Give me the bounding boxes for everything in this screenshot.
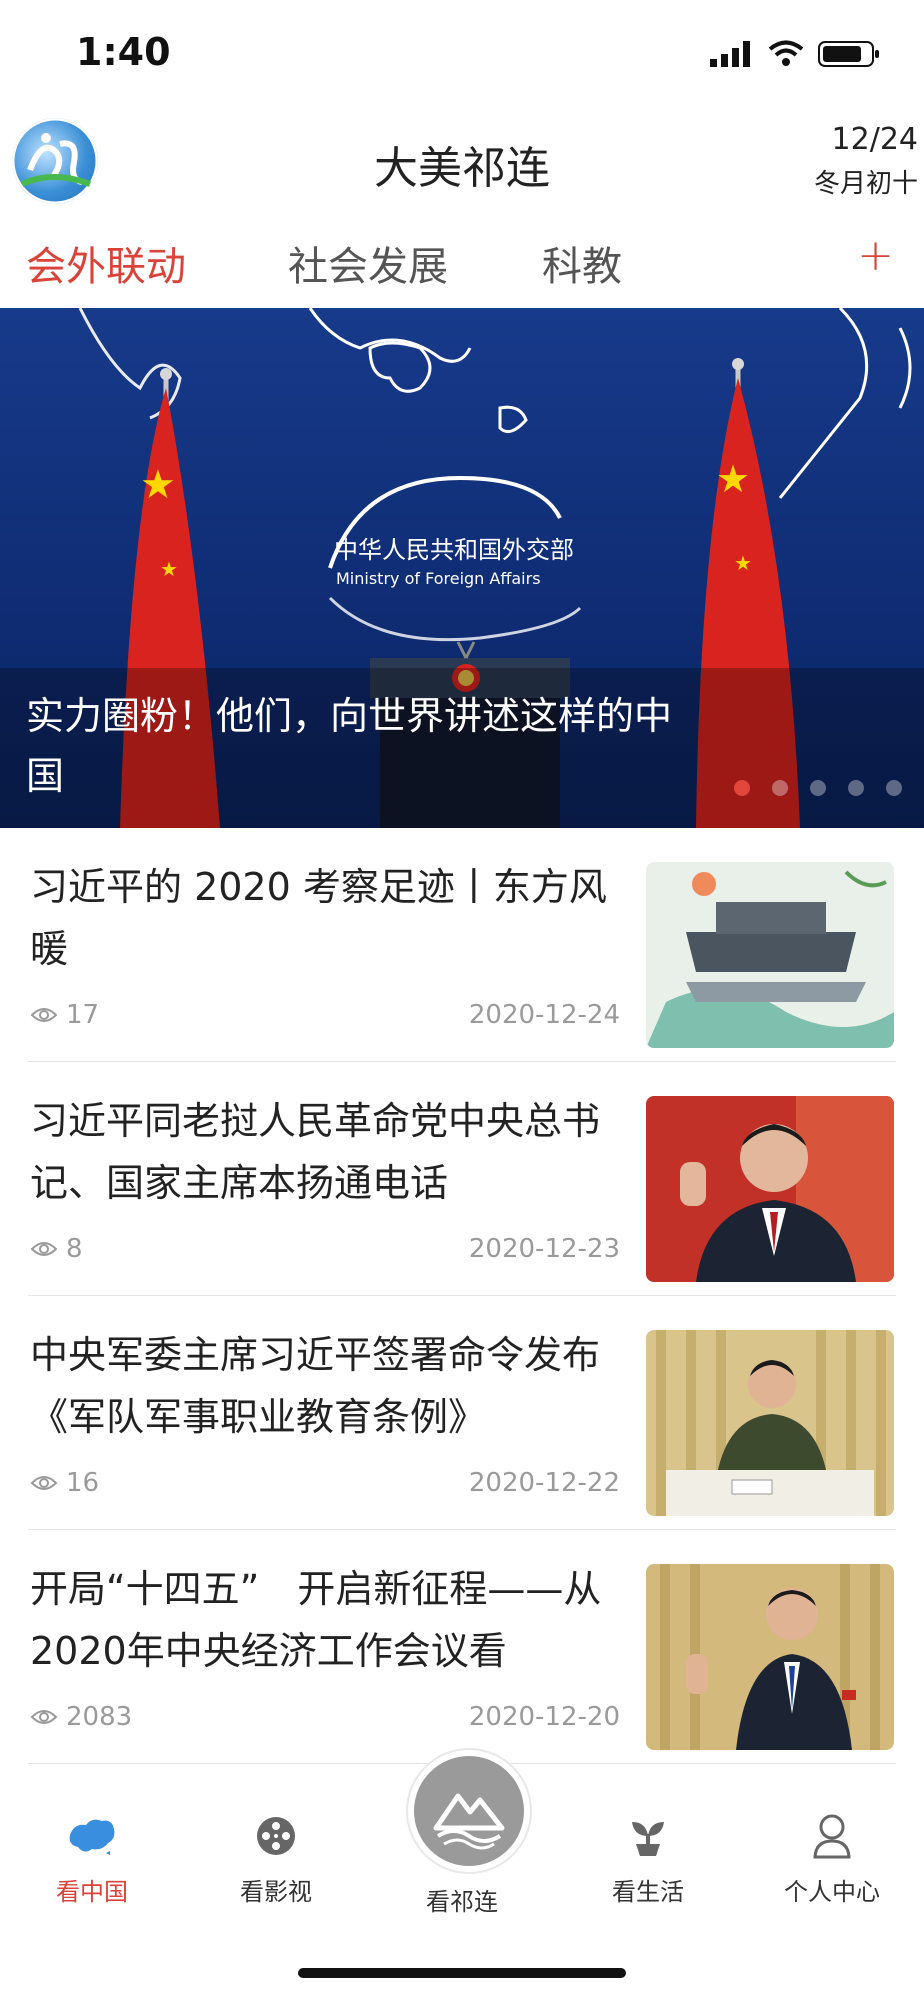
view-count-value: 8 [66,1234,83,1264]
news-title: 中央军委主席习近平签署命令发布《军队军事职业教育条例》 [30,1333,601,1439]
svg-text:★: ★ [716,457,750,501]
view-count: 8 [30,1234,83,1264]
pagination-dot[interactable] [734,780,750,796]
status-time: 1:40 [76,30,171,74]
status-bar: 1:40 [0,0,924,112]
nav-label: 看生活 [612,1878,684,1906]
film-reel-icon [257,1817,295,1855]
pagination-dot[interactable] [810,780,826,796]
news-thumbnail[interactable] [646,862,894,1048]
nav-label: 个人中心 [784,1878,880,1906]
nav-item-kanyingshi[interactable]: 看影视 [206,1810,346,1907]
featured-banner[interactable]: ★ ★ ★ ★ 中华人民共和国外交部 Ministry of Foreign A… [0,308,924,828]
home-indicator[interactable] [298,1968,626,1978]
tab-kejiao[interactable]: 科教 [542,234,622,292]
eye-icon [30,1008,58,1022]
nav-item-kanqilian[interactable] [408,1750,530,1872]
wifi-icon [768,40,804,66]
sprout-icon [632,1822,664,1856]
news-title: 习近平的 2020 考察足迹丨东方风暖 [30,865,607,971]
emblem-text-cn: 中华人民共和国外交部 [334,536,574,564]
user-icon [813,1814,851,1859]
nav-label: 看中国 [56,1878,128,1906]
svg-text:★: ★ [734,551,752,575]
view-count-value: 2083 [66,1702,133,1732]
view-count: 2083 [30,1702,132,1732]
emblem-text-en: Ministry of Foreign Affairs [336,569,541,588]
category-tabs: 会外联动 社会发展 科教 + [0,212,924,308]
view-count-value: 16 [66,1468,100,1498]
news-item[interactable]: 开局“十四五” 开启新征程——从2020年中央经济工作会议看 2083 2020… [0,1530,924,1764]
nav-item-gerenzhongxin[interactable]: 个人中心 [762,1810,902,1907]
eye-icon [30,1242,58,1256]
battery-icon [818,41,879,67]
news-list: 习近平的 2020 考察足迹丨东方风暖 17 2020-12-24 习近平同老挝… [0,828,924,1764]
add-tab-button[interactable]: + [857,230,894,281]
svg-text:★: ★ [160,557,178,581]
view-count-value: 17 [66,1000,100,1030]
date-block: 12/24 冬月初十 [814,122,918,200]
pagination-dot[interactable] [886,780,902,796]
news-thumbnail[interactable] [646,1564,894,1750]
news-date: 2020-12-23 [468,1234,620,1264]
eye-icon [30,1710,58,1724]
svg-text:★: ★ [140,462,176,508]
news-date: 2020-12-20 [468,1702,620,1732]
nav-label: 看祁连 [426,1888,498,1916]
pagination-dot[interactable] [848,780,864,796]
signal-icon [710,41,750,67]
calendar-date: 12/24 [831,122,918,157]
pagination-dot[interactable] [772,780,788,796]
news-thumbnail[interactable] [646,1096,894,1282]
news-date: 2020-12-22 [468,1468,620,1498]
tab-shehui[interactable]: 社会发展 [288,234,448,292]
lunar-date: 冬月初十 [813,169,918,199]
banner-caption: 实力圈粉！他们，向世界讲述这样的中国 [26,694,673,798]
news-item[interactable]: 中央军委主席习近平签署命令发布《军队军事职业教育条例》 16 2020-12-2… [0,1296,924,1530]
nav-item-kanshenghuo[interactable]: 看生活 [578,1810,718,1907]
eye-icon [30,1476,58,1490]
app-header: 大美祁连 12/24 冬月初十 [0,112,924,212]
view-count: 16 [30,1468,99,1498]
banner-pagination [734,780,902,796]
nav-label: 看影视 [240,1878,312,1906]
news-thumbnail[interactable] [646,1330,894,1516]
nav-item-kanzhongguo[interactable]: 看中国 [22,1810,162,1907]
news-title: 开局“十四五” 开启新征程——从2020年中央经济工作会议看 [30,1567,602,1673]
status-icons [710,40,880,68]
news-title: 习近平同老挝人民革命党中央总书记、国家主席本扬通电话 [30,1099,601,1205]
mountain-icon [433,1793,505,1850]
app-title: 大美祁连 [374,143,550,194]
view-count: 17 [30,1000,99,1030]
news-date: 2020-12-24 [468,1000,620,1030]
tab-huiwai[interactable]: 会外联动 [26,234,186,292]
news-item[interactable]: 习近平的 2020 考察足迹丨东方风暖 17 2020-12-24 [0,828,924,1062]
news-item[interactable]: 习近平同老挝人民革命党中央总书记、国家主席本扬通电话 8 2020-12-23 [0,1062,924,1296]
china-map-icon [69,1819,115,1855]
